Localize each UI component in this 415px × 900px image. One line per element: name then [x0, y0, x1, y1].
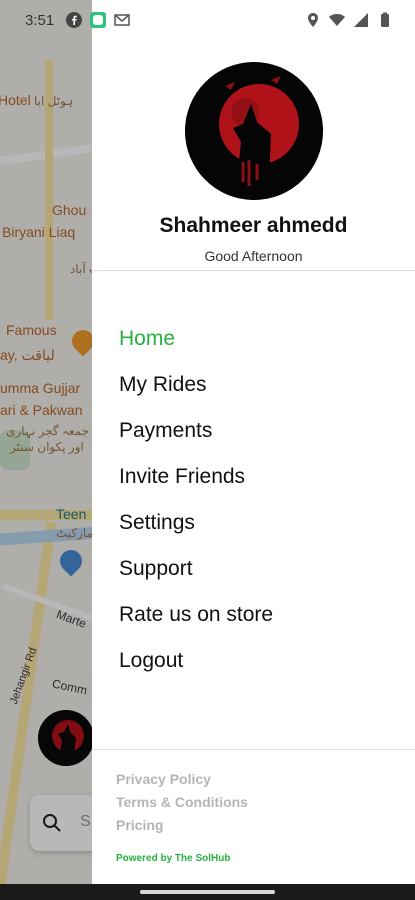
menu-item-invite-friends[interactable]: Invite Friends [119, 454, 399, 500]
profile-greeting: Good Afternoon [204, 248, 303, 264]
profile-avatar[interactable] [185, 62, 323, 200]
menu-item-payments[interactable]: Payments [119, 408, 399, 454]
location-icon [308, 13, 318, 27]
terms-conditions-link[interactable]: Terms & Conditions [116, 791, 248, 814]
menu-item-logout[interactable]: Logout [119, 638, 399, 684]
menu-item-rate-us[interactable]: Rate us on store [119, 592, 399, 638]
home-indicator[interactable] [140, 890, 275, 894]
powered-by-text: Powered by The SolHub [116, 853, 231, 864]
signal-icon [354, 13, 368, 27]
menu-item-support[interactable]: Support [119, 546, 399, 592]
drawer-status-area [92, 0, 415, 40]
privacy-policy-link[interactable]: Privacy Policy [116, 768, 248, 791]
profile-header: Shahmeer ahmedd Good Afternoon [92, 0, 415, 271]
wifi-icon [329, 14, 345, 26]
drawer-menu: Home My Rides Payments Invite Friends Se… [119, 316, 399, 684]
facebook-icon [66, 12, 82, 28]
menu-item-settings[interactable]: Settings [119, 500, 399, 546]
menu-item-my-rides[interactable]: My Rides [119, 362, 399, 408]
navigation-drawer: Shahmeer ahmedd Good Afternoon Home My R… [92, 0, 415, 884]
system-nav-bar [0, 884, 415, 900]
status-time: 3:51 [25, 12, 55, 29]
menu-item-home[interactable]: Home [119, 316, 399, 362]
profile-name: Shahmeer ahmedd [159, 214, 348, 237]
drawer-footer: Privacy Policy Terms & Conditions Pricin… [92, 749, 415, 884]
battery-icon [381, 12, 389, 27]
pricing-link[interactable]: Pricing [116, 814, 248, 837]
